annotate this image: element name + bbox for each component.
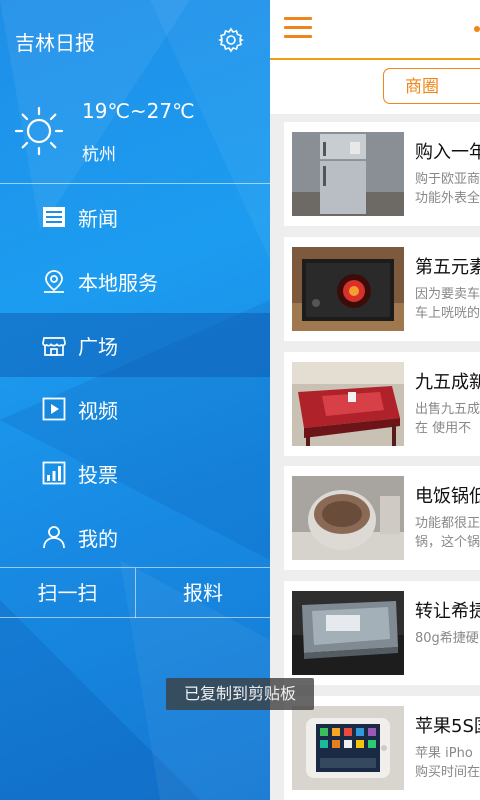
list-item[interactable]: 苹果5S国 苹果 iPho 购买时间在 (284, 696, 480, 800)
menu-item-news[interactable]: 新闻 (0, 185, 270, 249)
list-item[interactable]: 第五元素 因为要卖车 车上咣咣的 (284, 237, 480, 341)
item-description: 80g希捷硬 (415, 631, 479, 646)
item-title: 购入一年 (415, 142, 480, 163)
menu-item-local-services[interactable]: 本地服务 (0, 249, 270, 313)
menu-item-label: 广场 (78, 335, 118, 359)
copied-toast: 已复制到剪贴板 (166, 678, 314, 710)
item-title: 苹果5S国 (415, 716, 480, 737)
list-item[interactable]: 购入一年 购于欧亚商 功能外表全 (284, 122, 480, 226)
weather-city: 杭州 (82, 145, 116, 165)
item-description: 功能都很正 锅，这个锅 (415, 516, 480, 550)
app-name: 吉林日报 (15, 31, 95, 55)
report-button[interactable]: 报料 (135, 568, 270, 618)
item-thumbnail (292, 247, 404, 331)
item-title: 电饭锅低 (415, 486, 480, 507)
content-top-bar (270, 0, 480, 60)
item-thumbnail (292, 362, 404, 446)
item-description: 购于欧亚商 功能外表全 (415, 172, 480, 206)
tab-strip: 商圈 (270, 60, 480, 114)
weather-temperature: 19℃~27℃ (82, 99, 195, 123)
item-description: 苹果 iPho 购买时间在 (415, 746, 480, 780)
gear-icon[interactable] (218, 27, 244, 53)
item-title: 转让希捷 (415, 601, 480, 622)
menu-item-label: 我的 (78, 527, 118, 551)
menu-item-video[interactable]: 视频 (0, 377, 270, 441)
menu-item-square[interactable]: 广场 (0, 313, 270, 377)
list-item[interactable]: 转让希捷 80g希捷硬 (284, 581, 480, 685)
menu-item-label: 投票 (78, 463, 118, 487)
divider (0, 617, 270, 618)
item-thumbnail (292, 132, 404, 216)
bar-chart-icon (42, 461, 66, 485)
item-title: 九五成新 (415, 372, 480, 393)
list-item[interactable]: 电饭锅低 功能都很正 锅，这个锅 (284, 466, 480, 570)
user-icon (43, 526, 65, 549)
item-title: 第五元素 (415, 257, 480, 278)
storefront-icon (42, 337, 66, 356)
tab-shangquan[interactable]: 商圈 (383, 68, 480, 104)
list-item[interactable]: 九五成新 出售九五成 在 使用不 (284, 352, 480, 456)
title-fragment (474, 26, 480, 32)
scan-button[interactable]: 扫一扫 (0, 568, 135, 618)
location-pin-icon (44, 270, 64, 293)
menu-item-label: 本地服务 (78, 271, 158, 295)
hamburger-menu-icon[interactable] (284, 17, 312, 39)
item-thumbnail (292, 706, 404, 790)
item-description: 因为要卖车 车上咣咣的 (415, 287, 480, 321)
item-description: 出售九五成 在 使用不 (415, 402, 480, 436)
sun-icon (14, 106, 64, 156)
menu-item-label: 新闻 (78, 207, 118, 231)
play-icon (42, 397, 66, 421)
menu-item-mine[interactable]: 我的 (0, 505, 270, 569)
menu-item-vote[interactable]: 投票 (0, 441, 270, 505)
item-thumbnail (292, 476, 404, 560)
item-thumbnail (292, 591, 404, 675)
news-icon (43, 207, 65, 227)
divider (0, 183, 270, 184)
menu-item-label: 视频 (78, 399, 118, 423)
